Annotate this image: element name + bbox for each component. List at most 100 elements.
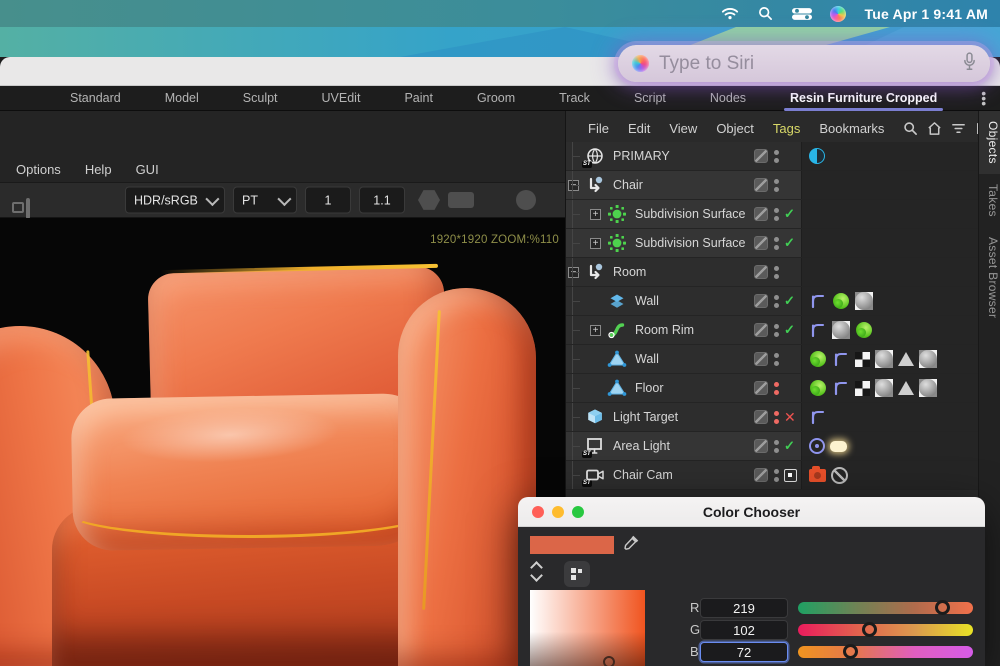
state-crosshair-icon[interactable] [784, 469, 797, 482]
tab-track[interactable]: Track [559, 91, 590, 105]
visibility-dots[interactable] [774, 295, 779, 308]
editor-visibility-toggle[interactable] [754, 294, 768, 308]
slider-knob[interactable] [862, 622, 877, 637]
target-tag[interactable] [809, 438, 825, 454]
spotlight-search-icon[interactable] [757, 6, 775, 22]
home-icon[interactable] [927, 121, 942, 136]
search-icon[interactable] [903, 121, 918, 136]
expand-toggle[interactable]: + [590, 325, 601, 336]
slider-knob[interactable] [935, 600, 950, 615]
sphere-tool-icon[interactable] [516, 190, 536, 210]
object-row-area-light[interactable]: STArea Light✓ [566, 432, 978, 461]
editor-visibility-toggle[interactable] [754, 468, 768, 482]
render-mode-dropdown[interactable]: PT [233, 187, 297, 214]
sphere-tag[interactable] [875, 350, 893, 368]
editor-visibility-toggle[interactable] [754, 149, 768, 163]
visibility-dots[interactable] [774, 150, 779, 163]
tab-overflow-ellipsis[interactable]: ••• [981, 91, 986, 106]
object-row-chair[interactable]: −Chair [566, 171, 978, 200]
checker-tag[interactable] [855, 381, 870, 396]
viewport-menu-help[interactable]: Help [85, 162, 112, 177]
eyedropper-icon[interactable] [622, 535, 639, 557]
editor-visibility-toggle[interactable] [754, 439, 768, 453]
exposure-field[interactable]: 1.1 [359, 187, 405, 214]
phong-tag[interactable] [832, 350, 850, 368]
filter-icon[interactable] [951, 121, 966, 136]
editor-visibility-toggle[interactable] [754, 207, 768, 221]
prohibition-tag[interactable] [831, 467, 848, 484]
visibility-dots[interactable] [774, 266, 779, 279]
editor-visibility-toggle[interactable] [754, 265, 768, 279]
visibility-dots[interactable] [774, 440, 779, 453]
side-tab-asset-browser[interactable]: Asset Browser [979, 227, 1000, 328]
color-swatch[interactable] [530, 536, 614, 554]
triangle-tag[interactable] [898, 381, 914, 395]
side-tab-takes[interactable]: Takes [979, 174, 1000, 227]
editor-visibility-toggle[interactable] [754, 178, 768, 192]
picture-in-picture-button[interactable] [26, 198, 30, 219]
viewport-menu-gui[interactable]: GUI [136, 162, 159, 177]
object-row-room[interactable]: −Room [566, 258, 978, 287]
object-row-room-rim[interactable]: +Room Rim✓ [566, 316, 978, 345]
tab-model[interactable]: Model [165, 91, 199, 105]
om-menu-edit[interactable]: Edit [628, 121, 650, 136]
om-menu-file[interactable]: File [588, 121, 609, 136]
green-ball-tag[interactable] [855, 321, 873, 339]
sphere-tag[interactable] [919, 379, 937, 397]
display-mode-dropdown[interactable]: HDR/sRGB [125, 187, 225, 214]
samples-field[interactable]: 1 [305, 187, 351, 214]
state-check-icon[interactable]: ✓ [784, 438, 795, 454]
editor-visibility-toggle[interactable] [754, 381, 768, 395]
om-menu-object[interactable]: Object [716, 121, 754, 136]
editor-visibility-toggle[interactable] [754, 352, 768, 366]
om-menu-tags[interactable]: Tags [773, 121, 800, 136]
editor-visibility-toggle[interactable] [754, 410, 768, 424]
control-center-icon[interactable] [793, 6, 811, 22]
green-ball-tag[interactable] [809, 350, 827, 368]
state-check-icon[interactable]: ✓ [784, 206, 795, 222]
green-ball-tag[interactable] [832, 292, 850, 310]
om-menu-view[interactable]: View [669, 121, 697, 136]
channel-value-field[interactable]: 72 [700, 642, 788, 662]
object-row-primary[interactable]: STPRIMARY [566, 142, 978, 171]
channel-slider[interactable] [798, 646, 973, 658]
object-row-wall[interactable]: Wall [566, 345, 978, 374]
tab-paint[interactable]: Paint [404, 91, 433, 105]
siri-menu-icon[interactable] [829, 6, 847, 22]
camera-red-tag[interactable] [809, 469, 826, 482]
visibility-dots[interactable] [774, 208, 779, 221]
state-check-icon[interactable]: ✓ [784, 322, 795, 338]
expand-toggle[interactable]: + [590, 209, 601, 220]
phong-tag[interactable] [809, 408, 827, 426]
tab-uvedit[interactable]: UVEdit [322, 91, 361, 105]
object-row-subdivision-surface[interactable]: +Subdivision Surface✓ [566, 200, 978, 229]
half-circle-tag[interactable] [809, 148, 825, 164]
editor-visibility-toggle[interactable] [754, 323, 768, 337]
tab-standard[interactable]: Standard [70, 91, 121, 105]
plane-tool-icon[interactable] [448, 192, 474, 208]
channel-value-field[interactable]: 219 [700, 598, 788, 618]
phong-tag[interactable] [832, 379, 850, 397]
om-menu-bookmarks[interactable]: Bookmarks [819, 121, 884, 136]
layout-grid-button[interactable] [564, 561, 590, 587]
color-chooser-titlebar[interactable]: Color Chooser [518, 497, 985, 527]
siri-input-bar[interactable]: Type to Siri [618, 45, 990, 82]
visibility-dots[interactable] [774, 411, 779, 424]
channel-value-field[interactable]: 102 [700, 620, 788, 640]
expand-toggle[interactable]: + [590, 238, 601, 249]
state-check-icon[interactable]: ✓ [784, 235, 795, 251]
visibility-dots[interactable] [774, 179, 779, 192]
phong-tag[interactable] [809, 321, 827, 339]
slider-knob[interactable] [843, 644, 858, 659]
channel-slider[interactable] [798, 624, 973, 636]
checker-tag[interactable] [855, 352, 870, 367]
object-row-floor[interactable]: Floor [566, 374, 978, 403]
viewport-menu-options[interactable]: Options [16, 162, 61, 177]
triangle-tag[interactable] [898, 352, 914, 366]
object-row-subdivision-surface[interactable]: +Subdivision Surface✓ [566, 229, 978, 258]
visibility-dots[interactable] [774, 237, 779, 250]
state-x-icon[interactable]: ✕ [784, 409, 796, 426]
visibility-dots[interactable] [774, 324, 779, 337]
green-ball-tag[interactable] [809, 379, 827, 397]
visibility-dots[interactable] [774, 353, 779, 366]
